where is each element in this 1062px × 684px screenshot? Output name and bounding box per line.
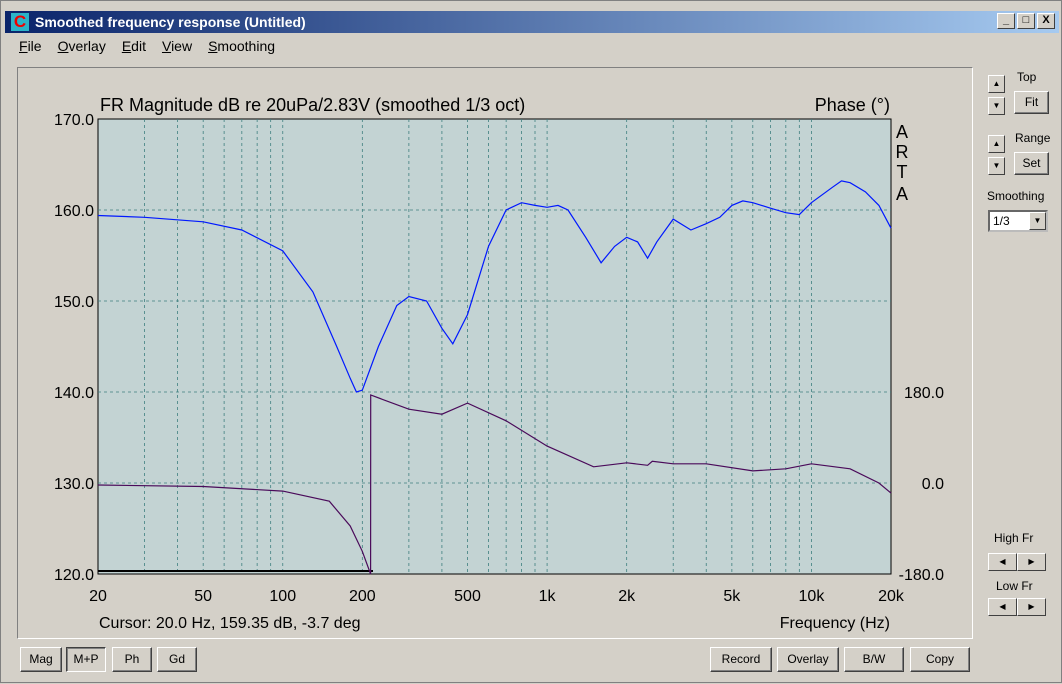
y-tick-label: 130.0 [54,476,94,493]
x-tick-label: 2k [618,588,636,605]
x-tick-label: 100 [269,588,296,605]
x-tick-label: 20k [878,588,905,605]
range-label: Range [1015,131,1051,145]
plot-title: FR Magnitude dB re 20uPa/2.83V (smoothed… [100,95,525,115]
app-window: C Smoothed frequency response (Untitled)… [0,0,1062,683]
x-tick-label: 200 [349,588,376,605]
top-up-button[interactable]: ▲ [988,75,1005,93]
y2-tick-label: -180.0 [899,567,944,584]
bw-button[interactable]: B/W [844,647,904,672]
fit-button[interactable]: Fit [1014,91,1049,114]
plot-area[interactable] [97,118,892,575]
mag-button[interactable]: Mag [20,647,62,672]
overlay-button[interactable]: Overlay [777,647,839,672]
frequency-response-chart[interactable]: 20 50 100 200 500 1k 2k 5k 10k 20k 120.0 130.0 140.0… [1,1,1062,684]
high-fr-right-button[interactable]: ▶ [1017,553,1046,571]
chevron-down-icon[interactable]: ▼ [1029,212,1046,230]
y-tick-label: 140.0 [54,385,94,402]
y-tick-label: 150.0 [54,294,94,311]
top-label: Top [1017,70,1037,84]
y-tick-label: 170.0 [54,112,94,129]
phase-button[interactable]: Ph [112,647,152,672]
x-tick-label: 50 [194,588,212,605]
smoothing-label: Smoothing [987,189,1045,203]
x-tick-label: 1k [539,588,557,605]
watermark-r: R [896,142,909,162]
watermark-a2: A [896,184,908,204]
smoothing-value: 1/3 [993,214,1010,228]
y2-tick-label: 0.0 [922,476,944,493]
cursor-readout: Cursor: 20.0 Hz, 159.35 dB, -3.7 deg [99,615,360,632]
y-tick-label: 120.0 [54,567,94,584]
x-tick-label: 500 [454,588,481,605]
low-fr-left-button[interactable]: ◀ [988,598,1017,616]
smoothing-select[interactable]: 1/3 ▼ [988,210,1048,232]
top-down-button[interactable]: ▼ [988,97,1005,115]
x-axis-label: Frequency (Hz) [780,615,890,632]
group-delay-button[interactable]: Gd [157,647,197,672]
watermark-t: T [897,162,908,182]
record-button[interactable]: Record [710,647,772,672]
x-tick-label: 20 [89,588,107,605]
y2-tick-label: 180.0 [904,385,944,402]
high-fr-label: High Fr [994,531,1034,545]
low-fr-right-button[interactable]: ▶ [1017,598,1046,616]
x-tick-label: 5k [723,588,741,605]
low-fr-label: Low Fr [996,579,1033,593]
x-tick-label: 10k [799,588,826,605]
y-tick-label: 160.0 [54,203,94,220]
copy-button[interactable]: Copy [910,647,970,672]
phase-axis-title: Phase (°) [815,95,890,115]
set-button[interactable]: Set [1014,152,1049,175]
range-up-button[interactable]: ▲ [988,135,1005,153]
mag-phase-button[interactable]: M+P [66,647,106,672]
range-down-button[interactable]: ▼ [988,157,1005,175]
watermark-a1: A [896,122,908,142]
high-fr-left-button[interactable]: ◀ [988,553,1017,571]
